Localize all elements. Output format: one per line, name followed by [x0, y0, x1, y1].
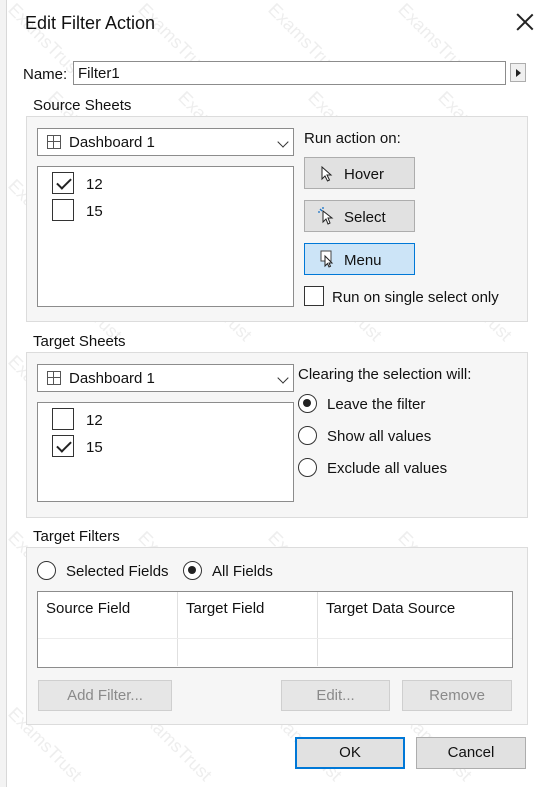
source-sheets-label: Source Sheets — [33, 97, 132, 114]
target-sheets-label: Target Sheets — [33, 333, 126, 350]
target-dropdown-value: Dashboard 1 — [69, 370, 155, 387]
name-arrow-button[interactable] — [510, 63, 526, 82]
name-label: Name: — [23, 66, 68, 83]
column-source-field: Source Field — [46, 600, 131, 617]
run-single-select-label: Run on single select only — [332, 289, 499, 306]
selected-fields-label: Selected Fields — [66, 563, 169, 580]
chevron-down-icon — [277, 372, 289, 384]
source-dropdown-value: Dashboard 1 — [69, 134, 155, 151]
dashboard-grid-icon — [47, 371, 61, 385]
run-single-select-checkbox[interactable] — [304, 286, 324, 306]
select-button-label: Select — [344, 209, 386, 226]
pointer-click-icon — [318, 207, 334, 225]
run-action-on-label: Run action on: — [304, 130, 401, 147]
name-input[interactable]: Filter1 — [73, 61, 506, 85]
menu-button-label: Menu — [344, 252, 382, 269]
all-fields-label: All Fields — [212, 563, 273, 580]
all-fields-radio[interactable] — [183, 561, 202, 580]
right-arrow-icon — [516, 69, 521, 77]
add-filter-button[interactable]: Add Filter... — [38, 680, 172, 711]
edit-button[interactable]: Edit... — [281, 680, 390, 711]
source-sheets-list: 12 15 — [37, 166, 294, 307]
dashboard-grid-icon — [47, 135, 61, 149]
target-sheet-12-checkbox[interactable] — [52, 408, 74, 430]
table-row-divider — [38, 638, 512, 639]
exclude-all-values-label: Exclude all values — [327, 460, 448, 477]
target-sheets-list: 12 15 — [37, 402, 294, 502]
menu-button[interactable]: Menu — [304, 243, 415, 275]
target-filters-label: Target Filters — [33, 528, 120, 545]
source-sheet-15-label: 15 — [86, 203, 103, 220]
hover-button-label: Hover — [344, 166, 385, 183]
source-sheet-15-checkbox[interactable] — [52, 199, 74, 221]
show-all-values-label: Show all values — [327, 428, 432, 445]
target-sheet-15-label: 15 — [86, 439, 103, 456]
cancel-button[interactable]: Cancel — [416, 737, 526, 769]
target-sheet-15-checkbox[interactable] — [52, 435, 74, 457]
leave-filter-radio[interactable] — [298, 394, 317, 413]
menu-pointer-icon — [320, 250, 334, 268]
column-target-field: Target Field — [186, 600, 265, 617]
source-sheet-12-label: 12 — [86, 176, 103, 193]
remove-button[interactable]: Remove — [402, 680, 512, 711]
edit-filter-action-dialog: ExamsTrust ExamsTrust ExamsTrust ExamsTrust… — [4, 0, 543, 787]
target-filters-table: Source Field Target Field Target Data So… — [37, 591, 513, 668]
column-target-data-source: Target Data Source — [326, 600, 456, 617]
source-sheet-dropdown[interactable]: Dashboard 1 — [37, 128, 294, 156]
column-divider — [177, 592, 178, 666]
exclude-all-values-radio[interactable] — [298, 458, 317, 477]
close-icon[interactable] — [513, 10, 537, 34]
selected-fields-radio[interactable] — [37, 561, 56, 580]
hover-button[interactable]: Hover — [304, 157, 415, 189]
select-button[interactable]: Select — [304, 200, 415, 232]
chevron-down-icon — [277, 136, 289, 148]
dialog-title: Edit Filter Action — [25, 13, 156, 33]
leave-filter-label: Leave the filter — [327, 396, 426, 413]
name-input-value: Filter1 — [78, 65, 120, 82]
target-sheet-12-label: 12 — [86, 412, 103, 429]
show-all-values-radio[interactable] — [298, 426, 317, 445]
source-sheet-12-checkbox[interactable] — [52, 172, 74, 194]
ok-button[interactable]: OK — [295, 737, 405, 769]
clearing-selection-label: Clearing the selection will: — [298, 366, 472, 383]
pointer-icon — [321, 166, 333, 182]
column-divider — [317, 592, 318, 666]
target-sheet-dropdown[interactable]: Dashboard 1 — [37, 364, 294, 392]
